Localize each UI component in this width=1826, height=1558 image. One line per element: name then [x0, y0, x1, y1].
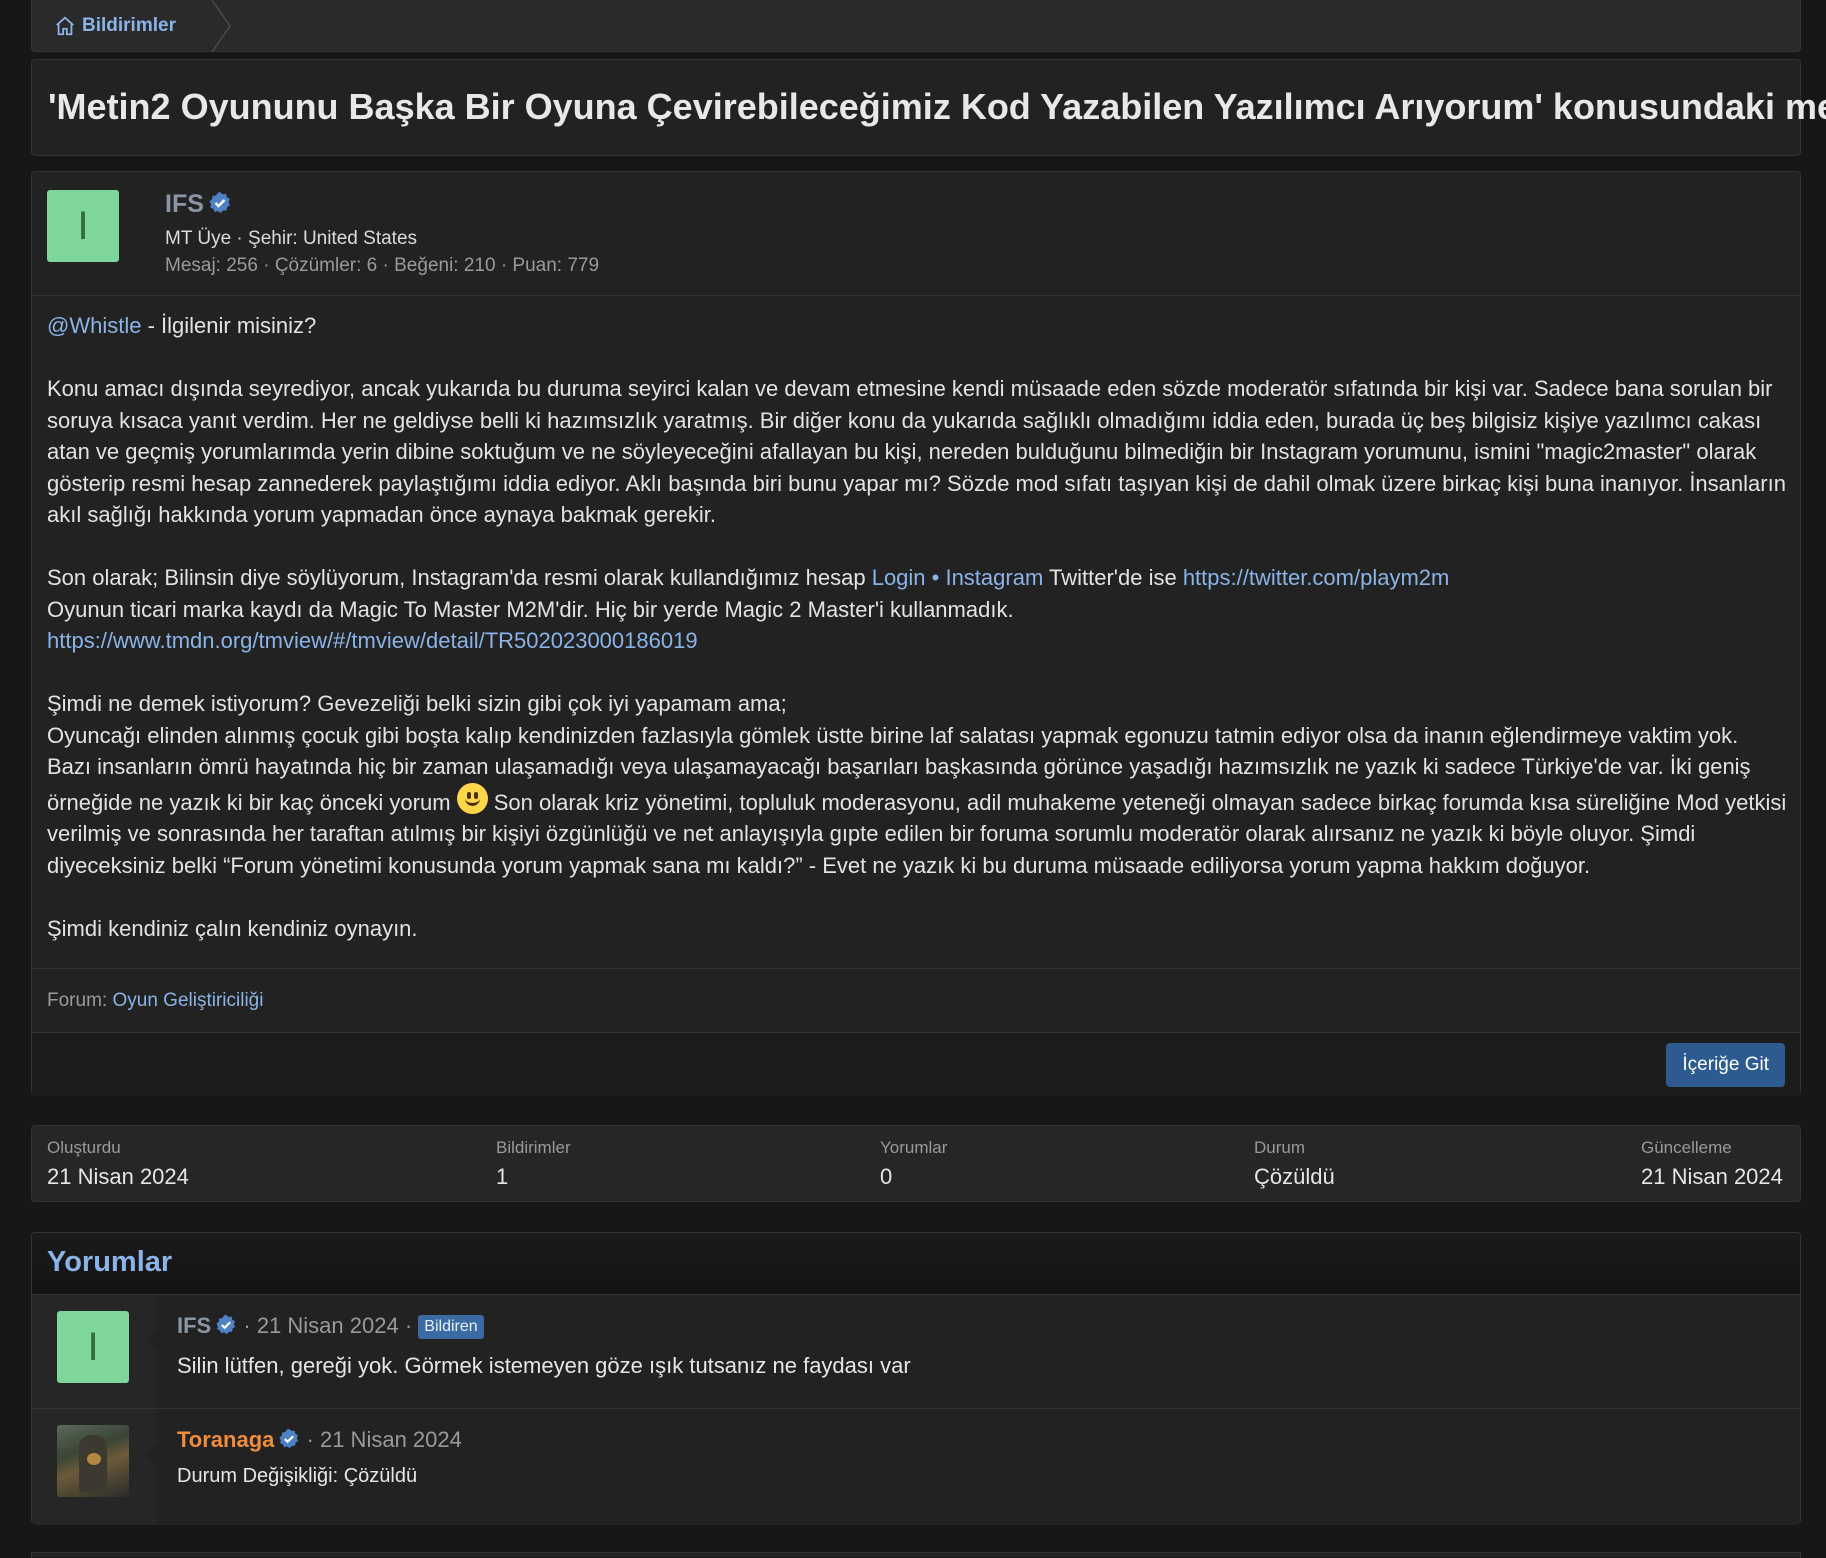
forum-label: Forum: [47, 989, 108, 1011]
author-username[interactable]: IFS [165, 190, 204, 218]
comment-meta: Toranaga · 21 Nisan 2024 [177, 1427, 462, 1452]
page-title: 'Metin2 Oyununu Başka Bir Oyuna Çevirebi… [48, 86, 1826, 127]
instagram-link[interactable]: Login • Instagram [872, 565, 1044, 590]
smiley-emoji-icon [456, 782, 488, 814]
breadcrumb-label: Bildirimler [82, 15, 176, 36]
breadcrumb: Bildirimler [31, 0, 1801, 52]
avatar[interactable] [57, 1425, 129, 1497]
comment-text: Durum Değişikliği: Çözüldü [177, 1465, 418, 1487]
report-stats: Oluşturdu 21 Nisan 2024 Bildirimler 1 Yo… [31, 1125, 1801, 1202]
comments-header: Yorumlar [32, 1233, 1800, 1295]
comments-title: Yorumlar [47, 1246, 173, 1278]
home-icon [56, 16, 74, 36]
stat-created: Oluşturdu 21 Nisan 2024 [47, 1138, 189, 1189]
post-paragraph: Konu amacı dışında seyrediyor, ancak yuk… [47, 376, 1786, 527]
verified-badge-icon [209, 192, 230, 213]
post-paragraph: Son olarak; Bilinsin diye söylüyorum, In… [47, 565, 1450, 653]
post-header: I IFS MT Üye · Şehir: United States Mesa… [32, 172, 1800, 296]
breadcrumb-separator [212, 0, 231, 52]
tmdn-link[interactable]: https://www.tmdn.org/tmview/#/tmview/det… [47, 628, 698, 653]
mention-link[interactable]: @Whistle [47, 313, 141, 338]
comment-username[interactable]: IFS [177, 1313, 211, 1338]
forum-link[interactable]: Oyun Geliştiriciliği [112, 990, 263, 1012]
avatar[interactable]: I [47, 190, 119, 262]
post-paragraph: @Whistle - İlgilenir misiniz? [47, 313, 317, 338]
forum-row: Forum: Oyun Geliştiriciliği [32, 968, 1800, 1032]
comment-item: I IFS · 21 Nisan 2024 · Bildiren Silin l… [32, 1295, 1800, 1409]
comment-date[interactable]: 21 Nisan 2024 [320, 1427, 462, 1452]
comments-panel: Yorumlar I IFS · 21 Nisan 2024 · Bildire… [31, 1232, 1801, 1525]
verified-badge-icon [216, 1314, 236, 1335]
next-panel-edge [31, 1552, 1801, 1558]
verified-badge-icon [279, 1428, 299, 1449]
post-footer: İçeriğe Git [32, 1032, 1800, 1096]
comment-text: Silin lütfen, gereği yok. Görmek istemey… [177, 1353, 911, 1378]
breadcrumb-item-bildirimler[interactable]: Bildirimler [32, 0, 212, 52]
twitter-link[interactable]: https://twitter.com/playm2m [1183, 565, 1450, 590]
post-paragraph: Şimdi kendiniz çalın kendiniz oynayın. [47, 915, 418, 941]
avatar[interactable]: I [57, 1311, 129, 1383]
user-title-location: MT Üye · Şehir: United States [165, 228, 418, 249]
reporter-badge: Bildiren [418, 1315, 484, 1339]
comment-meta: IFS · 21 Nisan 2024 · Bildiren [177, 1313, 484, 1339]
comment-item: Toranaga · 21 Nisan 2024 Durum Değişikli… [32, 1409, 1800, 1525]
stat-reports: Bildirimler 1 [496, 1138, 571, 1189]
stat-comments: Yorumlar 0 [880, 1138, 948, 1189]
comment-username[interactable]: Toranaga [177, 1427, 274, 1452]
post-paragraph: Şimdi ne demek istiyorum? Gevezeliği bel… [47, 691, 1787, 878]
post-body: @Whistle - İlgilenir misiniz? Konu amacı… [47, 310, 1787, 976]
report-post: I IFS MT Üye · Şehir: United States Mesa… [31, 171, 1801, 1096]
author-line: IFS [165, 190, 232, 219]
stat-status: Durum Çözüldü [1254, 1138, 1335, 1189]
goto-content-button[interactable]: İçeriğe Git [1666, 1043, 1785, 1087]
stat-updated: Güncelleme 21 Nisan 2024 [1641, 1138, 1783, 1189]
title-panel: 'Metin2 Oyununu Başka Bir Oyuna Çevirebi… [31, 59, 1826, 156]
user-stats: Mesaj: 256 · Çözümler: 6 · Beğeni: 210 ·… [165, 255, 600, 276]
comment-date[interactable]: 21 Nisan 2024 [257, 1313, 399, 1338]
